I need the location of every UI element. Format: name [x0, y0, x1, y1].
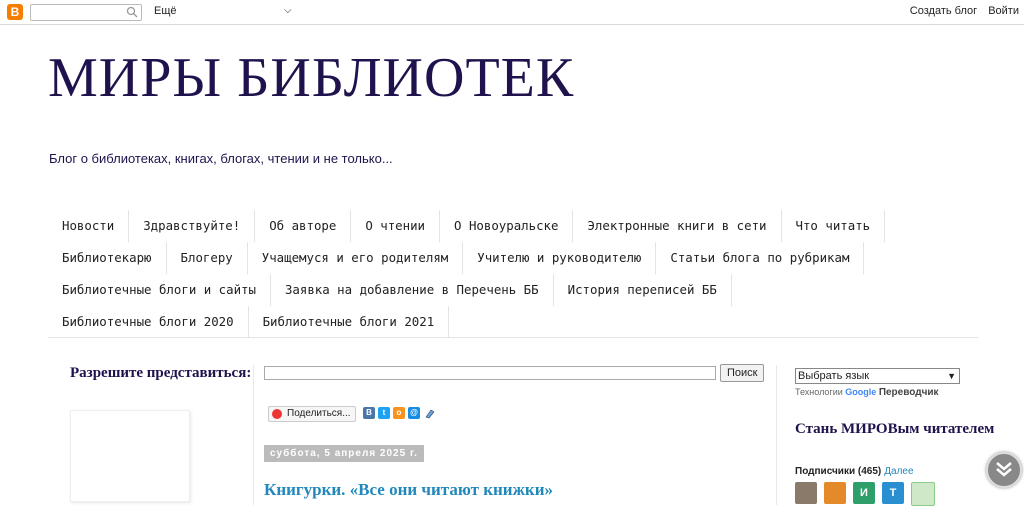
- chevron-down-icon: ▼: [947, 371, 956, 381]
- bookmark-icon[interactable]: [424, 407, 436, 419]
- tab-row: Библиотечные блоги и сайты Заявка на доб…: [48, 274, 978, 306]
- tab-students-parents[interactable]: Учащемуся и его родителям: [248, 242, 464, 274]
- language-select-value: Выбрать язык: [798, 370, 870, 382]
- profile-widget-title: Разрешите представиться:: [70, 365, 252, 381]
- followers-widget-title: Стань МИРОВым читателем: [795, 421, 995, 437]
- tab-about-author[interactable]: Об авторе: [255, 210, 352, 242]
- tab-librarian[interactable]: Библиотекарю: [48, 242, 167, 274]
- blog-title[interactable]: МИРЫ БИБЛИОТЕК: [48, 46, 574, 110]
- column-divider: [776, 365, 777, 505]
- language-select[interactable]: Выбрать язык ▼: [795, 368, 960, 384]
- followers-more-link[interactable]: Далее: [884, 466, 913, 477]
- vk-icon[interactable]: В: [363, 407, 375, 419]
- tab-teachers[interactable]: Учителю и руководителю: [463, 242, 657, 274]
- tab-news[interactable]: Новости: [48, 210, 130, 242]
- tab-add-request[interactable]: Заявка на добавление в Перечень ББ: [271, 274, 554, 306]
- search-icon[interactable]: [126, 6, 138, 18]
- post-date: суббота, 5 апреля 2025 г.: [264, 445, 424, 462]
- tab-library-blogs-2021[interactable]: Библиотечные блоги 2021: [249, 306, 450, 338]
- share-icon: [272, 409, 282, 419]
- column-divider: [253, 365, 254, 505]
- blogger-logo-icon[interactable]: B: [7, 4, 23, 20]
- odnoklassniki-icon[interactable]: о: [393, 407, 405, 419]
- powered-prefix: Технологии: [795, 387, 843, 397]
- follower-avatar[interactable]: [824, 482, 846, 504]
- followers-label: Подписчики (465): [795, 466, 882, 477]
- navbar-search-input[interactable]: [30, 4, 142, 21]
- tab-hello[interactable]: Здравствуйте!: [129, 210, 256, 242]
- blogger-navbar: B Ещё ⌵ Создать блог Войти: [0, 0, 1024, 25]
- tab-blogger[interactable]: Блогеру: [167, 242, 248, 274]
- tab-about-novouralsk[interactable]: О Новоуральске: [440, 210, 574, 242]
- profile-image[interactable]: [70, 410, 190, 502]
- page-tabs: Новости Здравствуйте! Об авторе О чтении…: [48, 210, 978, 338]
- translate-label[interactable]: Переводчик: [879, 387, 939, 398]
- tab-about-reading[interactable]: О чтении: [351, 210, 441, 242]
- tab-ebooks[interactable]: Электронные книги в сети: [573, 210, 782, 242]
- tab-row: Библиотекарю Блогеру Учащемуся и его род…: [48, 242, 978, 274]
- tab-articles-by-category[interactable]: Статьи блога по рубрикам: [656, 242, 865, 274]
- twitter-icon[interactable]: t: [378, 407, 390, 419]
- tab-what-to-read[interactable]: Что читать: [782, 210, 886, 242]
- tab-row: Библиотечные блоги 2020 Библиотечные бло…: [48, 306, 978, 338]
- tab-library-blogs-sites[interactable]: Библиотечные блоги и сайты: [48, 274, 271, 306]
- share-label: Поделиться...: [287, 408, 351, 419]
- share-button[interactable]: Поделиться...: [268, 406, 356, 422]
- search-button[interactable]: Поиск: [720, 364, 765, 382]
- follower-avatar[interactable]: [795, 482, 817, 504]
- mail-icon[interactable]: @: [408, 407, 420, 419]
- follower-avatar[interactable]: И: [853, 482, 875, 504]
- blog-search-input[interactable]: [264, 366, 716, 380]
- chevron-down-icon: ⌵: [284, 5, 292, 16]
- blog-description: Блог о библиотеках, книгах, блогах, чтен…: [49, 151, 393, 166]
- scroll-down-button[interactable]: [986, 452, 1022, 488]
- tab-library-blogs-2020[interactable]: Библиотечные блоги 2020: [48, 306, 249, 338]
- powered-by-google: Технологии Google Переводчик: [795, 387, 939, 398]
- create-blog-link[interactable]: Создать блог: [910, 5, 977, 17]
- follower-avatar[interactable]: [911, 482, 935, 506]
- tab-census-history[interactable]: История переписей ББ: [554, 274, 732, 306]
- post-title-link[interactable]: Книгурки. «Все они читают книжки»: [264, 480, 553, 500]
- login-link[interactable]: Войти: [988, 5, 1019, 17]
- divider: [48, 337, 978, 338]
- follower-avatar[interactable]: Т: [882, 482, 904, 504]
- google-logo[interactable]: Google: [845, 387, 876, 397]
- followers-count: Подписчики (465) Далее: [795, 466, 914, 477]
- tab-row: Новости Здравствуйте! Об авторе О чтении…: [48, 210, 978, 242]
- navbar-right: Создать блог Войти: [902, 5, 1019, 17]
- chevron-down-icon: [996, 462, 1012, 477]
- more-menu[interactable]: Ещё ⌵: [154, 5, 292, 17]
- more-menu-label: Ещё: [154, 5, 177, 17]
